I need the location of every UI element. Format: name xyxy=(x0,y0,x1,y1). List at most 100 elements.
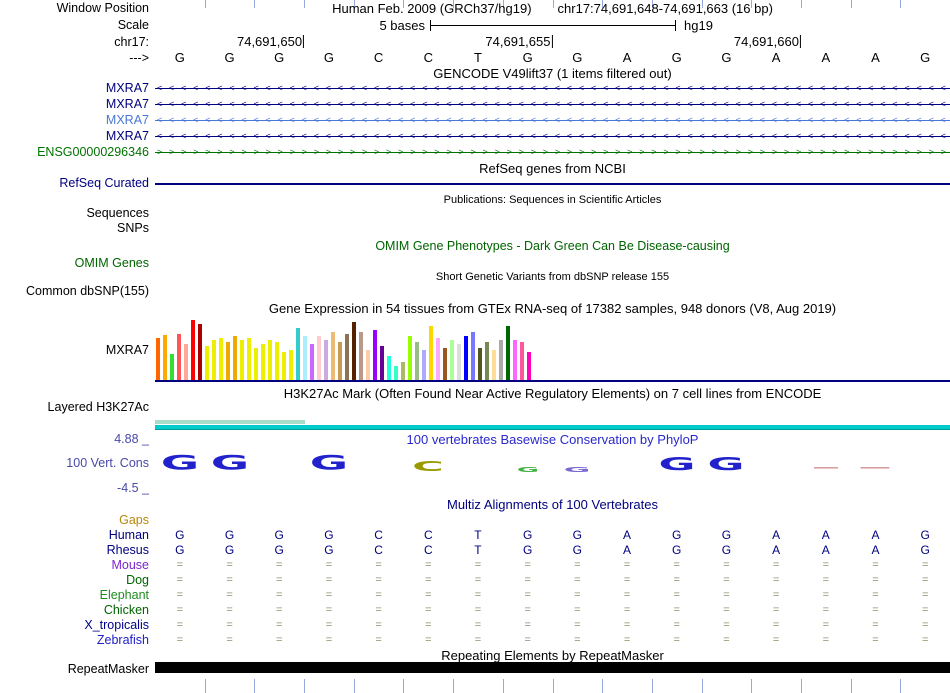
gene-model-MXRA7[interactable]: <<<<<<<<<<<<<<<<<<<<<<<<<<<<<<<<<<<<<<<<… xyxy=(155,97,950,111)
alignment-cell: = xyxy=(673,619,680,631)
alignment-cell: = xyxy=(872,619,879,631)
gtex-bar xyxy=(233,336,237,380)
column-tick xyxy=(602,679,604,693)
alignment-cell: T xyxy=(474,528,482,542)
gene-model-MXRA7[interactable]: <<<<<<<<<<<<<<<<<<<<<<<<<<<<<<<<<<<<<<<<… xyxy=(155,113,950,127)
alignment-cell: = xyxy=(673,574,680,586)
alignment-cell: = xyxy=(574,634,581,646)
gene-model-ENSG00000296346[interactable]: >>>>>>>>>>>>>>>>>>>>>>>>>>>>>>>>>>>>>>>>… xyxy=(155,145,950,159)
track-label-sequences[interactable]: Sequences xyxy=(0,206,149,221)
alignment-row-human: GGGGCCTGGAGGAAAG xyxy=(155,528,950,543)
alignment-cell: C xyxy=(374,543,383,557)
track-label-elephant[interactable]: Elephant xyxy=(0,588,149,603)
track-label-repeatmasker[interactable]: RepeatMasker xyxy=(0,662,149,677)
gtex-baseline xyxy=(155,380,950,382)
gtex-bar xyxy=(170,354,174,380)
track-label-omim-genes[interactable]: OMIM Genes xyxy=(0,256,149,271)
alignment-cell: = xyxy=(623,634,631,646)
alignment-cell: = xyxy=(375,619,382,631)
base-cell: A xyxy=(871,50,880,65)
track-label-gene-MXRA7[interactable]: MXRA7 xyxy=(0,113,149,128)
track-label-refseq-curated[interactable]: RefSeq Curated xyxy=(0,176,149,191)
position-title: Human Feb. 2009 (GRCh37/hg19) chr17:74,6… xyxy=(155,1,950,16)
column-tick xyxy=(304,679,306,693)
alignment-cell: G xyxy=(522,543,533,557)
alignment-row-elephant: = = = = = = = = = = = = = = = = xyxy=(155,588,950,603)
alignment-cell: = xyxy=(524,589,531,601)
alignment-cell: = xyxy=(524,559,531,571)
alignment-cell: = xyxy=(226,619,233,631)
gencode-header: GENCODE V49lift37 (1 items filtered out) xyxy=(433,66,672,81)
track-label-gaps[interactable]: Gaps xyxy=(0,513,149,528)
track-label-gene-MXRA7[interactable]: MXRA7 xyxy=(0,129,149,144)
track-label-chicken[interactable]: Chicken xyxy=(0,603,149,618)
track-label-common-dbsnp[interactable]: Common dbSNP(155) xyxy=(0,284,149,299)
track-label-gtex-mxra7[interactable]: MXRA7 xyxy=(0,343,149,358)
track-label-rhesus[interactable]: Rhesus xyxy=(0,543,149,558)
gene-model-MXRA7[interactable]: <<<<<<<<<<<<<<<<<<<<<<<<<<<<<<<<<<<<<<<<… xyxy=(155,81,950,95)
omim-header: OMIM Gene Phenotypes - Dark Green Can Be… xyxy=(375,239,730,253)
gtex-bar xyxy=(261,344,265,380)
base-cell: G xyxy=(920,50,931,65)
repeatmasker-bar[interactable] xyxy=(155,662,950,673)
alignment-cell: = xyxy=(921,589,929,601)
gtex-bar xyxy=(394,366,398,380)
alignment-cell: = xyxy=(673,634,680,646)
track-label-gene-MXRA7[interactable]: MXRA7 xyxy=(0,81,149,96)
gtex-bar xyxy=(408,336,412,380)
alignment-cell: = xyxy=(872,634,879,646)
track-label-gene-ENSG00000296346[interactable]: ENSG00000296346 xyxy=(0,145,149,160)
track-label-human[interactable]: Human xyxy=(0,528,149,543)
track-label-x_tropicalis[interactable]: X_tropicalis xyxy=(0,618,149,633)
alignment-cell: = xyxy=(574,604,581,616)
alignment-cell: G xyxy=(721,528,732,542)
track-label-100-vert-cons[interactable]: 100 Vert. Cons xyxy=(0,456,149,471)
alignment-cell: G xyxy=(721,543,732,557)
gtex-bar xyxy=(373,330,377,380)
phylop-logo-letter: G xyxy=(564,465,591,474)
alignment-cell: G xyxy=(672,543,682,557)
track-label-zebrafish[interactable]: Zebrafish xyxy=(0,633,149,648)
gtex-expression-chart xyxy=(156,316,950,380)
repeatmasker-header: Repeating Elements by RepeatMasker xyxy=(441,648,664,663)
h3k27ac-signal-segment xyxy=(155,420,305,424)
base-cell: A xyxy=(622,50,632,65)
alignment-cell: = xyxy=(524,604,531,616)
alignment-row-chicken: = = = = = = = = = = = = = = = = xyxy=(155,603,950,618)
alignment-cell: = xyxy=(921,574,929,586)
track-label-h3k27ac[interactable]: Layered H3K27Ac xyxy=(0,400,149,415)
publications-header: Publications: Sequences in Scientific Ar… xyxy=(443,194,662,206)
base-cell: G xyxy=(572,50,583,65)
column-tick xyxy=(651,679,653,693)
track-label-snps[interactable]: SNPs xyxy=(0,221,149,236)
alignment-cell: G xyxy=(324,543,334,557)
alignment-cell: = xyxy=(772,574,780,586)
column-tick xyxy=(403,679,405,693)
track-label-dog[interactable]: Dog xyxy=(0,573,149,588)
alignment-cell: = xyxy=(226,589,233,601)
alignment-cell: = xyxy=(176,619,184,631)
assembly-text: Human Feb. 2009 (GRCh37/hg19) xyxy=(332,1,532,16)
scale-label: Scale xyxy=(117,18,149,32)
gene-model-MXRA7[interactable]: <<<<<<<<<<<<<<<<<<<<<<<<<<<<<<<<<<<<<<<<… xyxy=(155,129,950,143)
alignment-cell: = xyxy=(723,604,730,616)
ucsc-genome-browser: Window Position Human Feb. 2009 (GRCh37/… xyxy=(0,0,950,693)
chrom-label: chr17: xyxy=(114,35,149,49)
refseq-header: RefSeq genes from NCBI xyxy=(479,161,626,176)
base-cell: G xyxy=(721,50,732,65)
gtex-bar xyxy=(317,336,321,380)
alignment-row-dog: = = = = = = = = = = = = = = = = xyxy=(155,573,950,588)
track-label-mouse[interactable]: Mouse xyxy=(0,558,149,573)
gtex-header: Gene Expression in 54 tissues from GTEx … xyxy=(268,301,837,316)
scale-ruler xyxy=(430,20,676,31)
alignment-cell: = xyxy=(474,604,482,616)
alignment-cell: = xyxy=(723,559,730,571)
refseq-gene-bar[interactable] xyxy=(155,183,950,185)
gtex-bar xyxy=(429,326,433,380)
track-label-gene-MXRA7[interactable]: MXRA7 xyxy=(0,97,149,112)
alignment-cell: = xyxy=(822,604,829,616)
alignment-cell: = xyxy=(524,619,531,631)
phylop-max-label: 4.88 _ xyxy=(114,432,149,446)
alignment-cell: = xyxy=(425,589,432,601)
base-cell: C xyxy=(423,50,433,65)
